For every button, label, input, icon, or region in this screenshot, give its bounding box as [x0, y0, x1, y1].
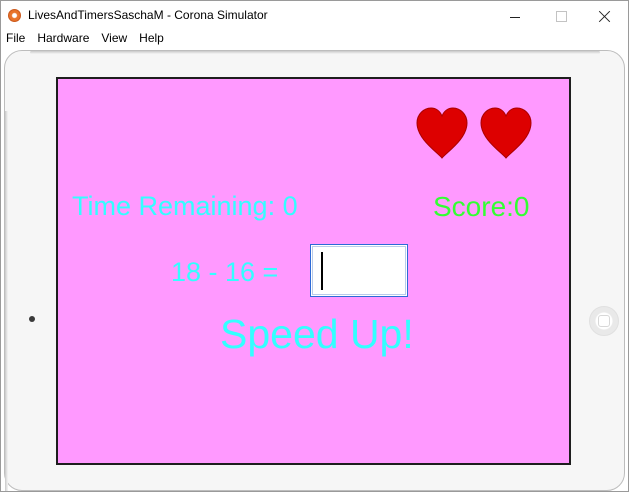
minimize-button[interactable]	[492, 1, 538, 31]
camera-icon	[29, 316, 35, 322]
speed-up-message: Speed Up!	[220, 311, 414, 357]
menu-help[interactable]: Help	[133, 30, 170, 48]
window-title: LivesAndTimersSaschaM - Corona Simulator	[28, 8, 268, 22]
maximize-icon	[555, 10, 567, 22]
corona-app-icon	[8, 9, 21, 22]
time-remaining-label: Time Remaining: 0	[72, 191, 298, 221]
maximize-button[interactable]	[538, 1, 584, 31]
text-caret	[321, 252, 323, 290]
heart-icon	[416, 107, 468, 159]
menu-file[interactable]: File	[1, 30, 31, 48]
menu-bar: File Hardware View Help	[1, 30, 628, 48]
title-bar: LivesAndTimersSaschaM - Corona Simulator	[1, 1, 628, 31]
menu-hardware[interactable]: Hardware	[31, 30, 95, 48]
close-icon	[599, 10, 611, 22]
minimize-icon	[510, 16, 520, 18]
close-button[interactable]	[582, 1, 628, 31]
device-edge	[5, 111, 8, 491]
device-edge	[30, 51, 600, 54]
app-screen: Time Remaining: 0 Score:0 18 - 16 = Spee…	[56, 77, 571, 465]
heart-icon	[480, 107, 532, 159]
simulator-window: LivesAndTimersSaschaM - Corona Simulator…	[0, 0, 629, 492]
answer-input[interactable]	[310, 244, 408, 297]
math-question: 18 - 16 =	[171, 257, 279, 287]
home-button-icon	[598, 315, 610, 327]
menu-view[interactable]: View	[95, 30, 133, 48]
score-label: Score:0	[433, 191, 530, 222]
home-button[interactable]	[589, 306, 619, 336]
